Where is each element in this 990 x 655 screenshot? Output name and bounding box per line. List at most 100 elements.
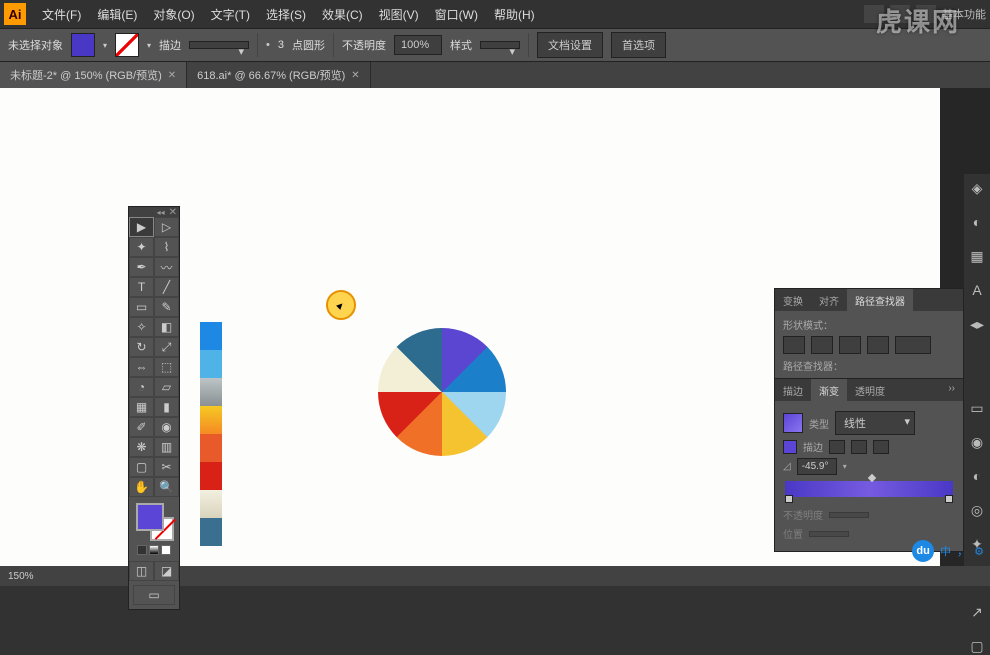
- stroke-mode-1[interactable]: [829, 440, 845, 454]
- free-transform-tool[interactable]: ⬚: [154, 357, 179, 377]
- stroke-swatch-mini[interactable]: [783, 440, 797, 454]
- line-tool[interactable]: ╱: [154, 277, 179, 297]
- menu-edit[interactable]: 编辑(E): [89, 2, 145, 27]
- symbols-panel-icon[interactable]: ◂▸: [969, 316, 985, 332]
- brush-tool[interactable]: ✎: [154, 297, 179, 317]
- menu-effect[interactable]: 效果(C): [314, 2, 371, 27]
- slice-tool[interactable]: ✂: [154, 457, 179, 477]
- hand-tool[interactable]: ✋: [129, 477, 154, 497]
- artboards-panel-icon[interactable]: ▢: [969, 638, 985, 654]
- gradient-stop-right[interactable]: [945, 495, 953, 503]
- badge-comma-icon[interactable]: ，: [957, 543, 968, 559]
- tab-transparency[interactable]: 透明度: [847, 379, 893, 401]
- transparency-panel-icon[interactable]: ◐: [969, 468, 985, 484]
- tab-1[interactable]: 未标题-2* @ 150% (RGB/预览) ✕: [0, 62, 187, 88]
- stroke-weight-dropdown[interactable]: [189, 41, 249, 49]
- close-icon[interactable]: ✕: [351, 70, 359, 81]
- column-graph-tool[interactable]: ▥: [154, 437, 179, 457]
- swatch-7[interactable]: [200, 462, 222, 490]
- gradient-slider[interactable]: [785, 481, 953, 497]
- minus-front-button[interactable]: [811, 336, 833, 354]
- fill-swatch[interactable]: [71, 33, 95, 57]
- gradient-preview-swatch[interactable]: [783, 413, 803, 433]
- color-mode-solid[interactable]: [137, 545, 147, 555]
- dropdown-arrow-icon[interactable]: ▾: [147, 41, 151, 50]
- color-panel-icon[interactable]: ◈: [969, 180, 985, 196]
- color-mode-gradient[interactable]: [149, 545, 159, 555]
- doc-setup-button[interactable]: 文档设置: [537, 32, 603, 58]
- stop-opacity-input[interactable]: [829, 512, 869, 518]
- swatch-4[interactable]: [200, 378, 222, 406]
- opacity-input[interactable]: 100%: [394, 35, 442, 55]
- toolbox-header[interactable]: ◂◂ ✕: [129, 207, 179, 217]
- tab-align[interactable]: 对齐: [811, 289, 847, 311]
- pen-tool[interactable]: ✒: [129, 257, 154, 277]
- swatch-6[interactable]: [200, 434, 222, 462]
- dropdown-arrow-icon[interactable]: ▾: [103, 41, 107, 50]
- selection-tool[interactable]: ▶: [129, 217, 154, 237]
- exclude-button[interactable]: [867, 336, 889, 354]
- close-icon[interactable]: ✕: [168, 70, 176, 81]
- stop-position-input[interactable]: [809, 531, 849, 537]
- badge-du[interactable]: du: [912, 540, 934, 562]
- menu-file[interactable]: 文件(F): [34, 2, 89, 27]
- draw-mode-behind[interactable]: ◪: [154, 561, 179, 581]
- swatches-panel-icon[interactable]: ▦: [969, 248, 985, 264]
- gradient-tool[interactable]: ▮: [154, 397, 179, 417]
- dropdown-arrow-icon[interactable]: ▾: [843, 462, 847, 471]
- gradient-midpoint[interactable]: [868, 474, 876, 482]
- swatch-9[interactable]: [200, 518, 222, 546]
- expand-button[interactable]: [895, 336, 931, 354]
- brushes-panel-icon[interactable]: A: [969, 282, 985, 298]
- mesh-tool[interactable]: ▦: [129, 397, 154, 417]
- stroke-mode-3[interactable]: [873, 440, 889, 454]
- shaper-tool[interactable]: ✧: [129, 317, 154, 337]
- close-icon[interactable]: ✕: [169, 207, 177, 218]
- artboard-tool[interactable]: ▢: [129, 457, 154, 477]
- swatch-1[interactable]: [200, 294, 222, 322]
- menu-window[interactable]: 窗口(W): [427, 2, 486, 27]
- appearance-panel-icon[interactable]: ◎: [969, 502, 985, 518]
- foreground-swatch[interactable]: [136, 503, 164, 531]
- intersect-button[interactable]: [839, 336, 861, 354]
- color-mode-none[interactable]: [161, 545, 171, 555]
- color-guide-icon[interactable]: ◐: [969, 214, 985, 230]
- curvature-tool[interactable]: 〰: [154, 257, 179, 277]
- type-tool[interactable]: T: [129, 277, 154, 297]
- badge-ime[interactable]: 中: [940, 543, 951, 559]
- perspective-tool[interactable]: ▱: [154, 377, 179, 397]
- scale-tool[interactable]: ⤢: [154, 337, 179, 357]
- swatch-5[interactable]: [200, 406, 222, 434]
- screen-mode-button[interactable]: ▭: [133, 585, 175, 605]
- pie-artwork[interactable]: [378, 328, 506, 456]
- menu-view[interactable]: 视图(V): [371, 2, 427, 27]
- menu-object[interactable]: 对象(O): [145, 2, 202, 27]
- shape-builder-tool[interactable]: ◔: [129, 377, 154, 397]
- eraser-tool[interactable]: ◧: [154, 317, 179, 337]
- swatch-8[interactable]: [200, 490, 222, 518]
- zoom-tool[interactable]: 🔍: [154, 477, 179, 497]
- width-tool[interactable]: ⇔: [129, 357, 154, 377]
- asset-export-icon[interactable]: ↗: [969, 604, 985, 620]
- menu-type[interactable]: 文字(T): [203, 2, 258, 27]
- tab-2[interactable]: 618.ai* @ 66.67% (RGB/预览) ✕: [187, 62, 371, 88]
- collapse-icon[interactable]: ››: [940, 379, 963, 401]
- symbol-sprayer-tool[interactable]: ❋: [129, 437, 154, 457]
- swatch-3[interactable]: [200, 350, 222, 378]
- collapse-icon[interactable]: ◂◂: [157, 208, 165, 217]
- angle-input[interactable]: -45.9°: [797, 458, 837, 475]
- stroke-panel-icon[interactable]: ▭: [969, 400, 985, 416]
- gradient-panel-icon[interactable]: ◉: [969, 434, 985, 450]
- menu-help[interactable]: 帮助(H): [486, 2, 543, 27]
- stroke-swatch[interactable]: [115, 33, 139, 57]
- zoom-level[interactable]: 150%: [8, 571, 34, 582]
- draw-mode-normal[interactable]: ◫: [129, 561, 154, 581]
- gradient-stop-left[interactable]: [785, 495, 793, 503]
- prefs-button[interactable]: 首选项: [611, 32, 666, 58]
- menu-select[interactable]: 选择(S): [258, 2, 314, 27]
- fill-stroke-swatch[interactable]: [134, 501, 174, 541]
- tab-gradient[interactable]: 渐变: [811, 379, 847, 401]
- style-dropdown[interactable]: [480, 41, 520, 49]
- tab-transform[interactable]: 变换: [775, 289, 811, 311]
- direct-selection-tool[interactable]: ▷: [154, 217, 179, 237]
